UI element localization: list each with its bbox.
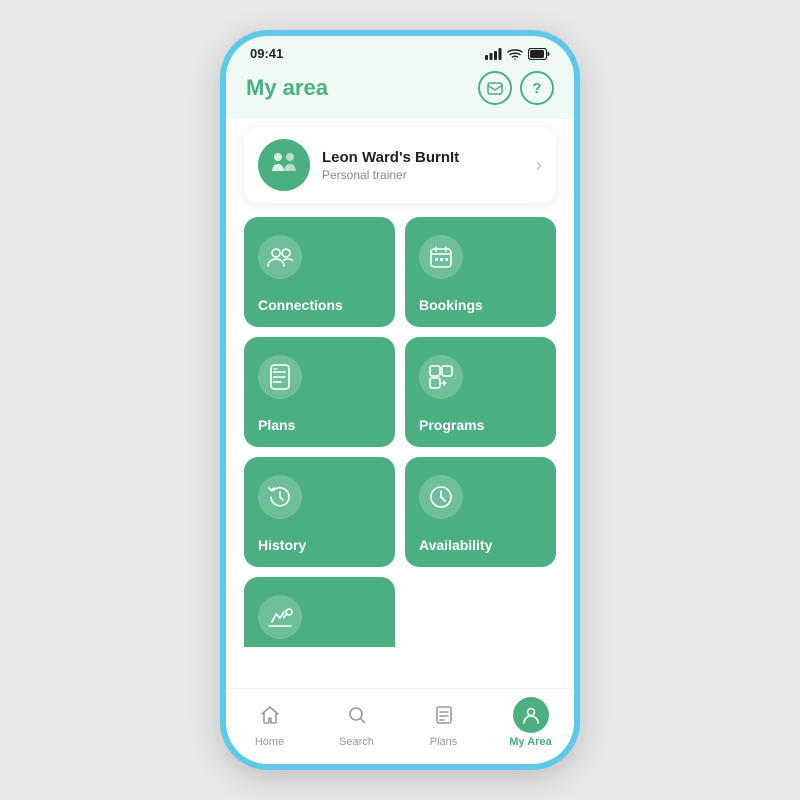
history-label: History — [258, 537, 306, 553]
nav-item-my-area[interactable]: My Area — [487, 697, 574, 748]
services-icon — [258, 595, 302, 639]
bookings-label: Bookings — [419, 297, 483, 313]
header: My area ? — [226, 67, 574, 119]
plans-icon — [258, 355, 302, 399]
grid-container: Connections Bookings — [226, 217, 574, 647]
plans-nav-icon — [426, 697, 462, 733]
grid-item-plans[interactable]: Plans — [244, 337, 395, 447]
my-area-icon — [513, 697, 549, 733]
programs-icon — [419, 355, 463, 399]
nav-item-search[interactable]: Search — [313, 697, 400, 748]
grid-item-connections[interactable]: Connections — [244, 217, 395, 327]
my-area-nav-label: My Area — [509, 736, 551, 748]
programs-label: Programs — [419, 417, 484, 433]
plans-label: Plans — [258, 417, 295, 433]
status-time: 09:41 — [250, 46, 283, 61]
avatar — [258, 139, 310, 191]
home-icon — [252, 697, 288, 733]
home-nav-label: Home — [255, 736, 284, 748]
grid-item-history[interactable]: History — [244, 457, 395, 567]
status-bar: 09:41 — [226, 36, 574, 67]
connections-icon — [258, 235, 302, 279]
profile-card[interactable]: Leon Ward's BurnIt Personal trainer › — [244, 127, 556, 203]
bookings-icon — [419, 235, 463, 279]
nav-item-plans[interactable]: Plans — [400, 697, 487, 748]
battery-icon — [528, 48, 550, 60]
help-icon: ? — [532, 80, 541, 97]
profile-role: Personal trainer — [322, 168, 524, 182]
history-icon — [258, 475, 302, 519]
page-title: My area — [246, 75, 328, 101]
grid-item-availability[interactable]: Availability — [405, 457, 556, 567]
status-right — [485, 48, 550, 60]
search-nav-label: Search — [339, 736, 374, 748]
wifi-icon — [507, 48, 523, 60]
grid-item-bookings[interactable]: Bookings — [405, 217, 556, 327]
grid-item-services[interactable]: Services — [244, 577, 395, 647]
signal-icon — [485, 48, 502, 60]
header-icons: ? — [478, 71, 554, 105]
help-button[interactable]: ? — [520, 71, 554, 105]
nav-item-home[interactable]: Home — [226, 697, 313, 748]
profile-info: Leon Ward's BurnIt Personal trainer — [322, 149, 524, 182]
phone-frame: 09:41 — [220, 30, 580, 770]
availability-icon — [419, 475, 463, 519]
search-icon — [339, 697, 375, 733]
profile-name: Leon Ward's BurnIt — [322, 149, 524, 166]
grid-item-programs[interactable]: Programs — [405, 337, 556, 447]
plans-nav-label: Plans — [430, 736, 458, 748]
chevron-right-icon: › — [536, 155, 542, 176]
bottom-nav: Home Search Plans — [226, 688, 574, 764]
mail-button[interactable] — [478, 71, 512, 105]
availability-label: Availability — [419, 537, 492, 553]
connections-label: Connections — [258, 297, 343, 313]
